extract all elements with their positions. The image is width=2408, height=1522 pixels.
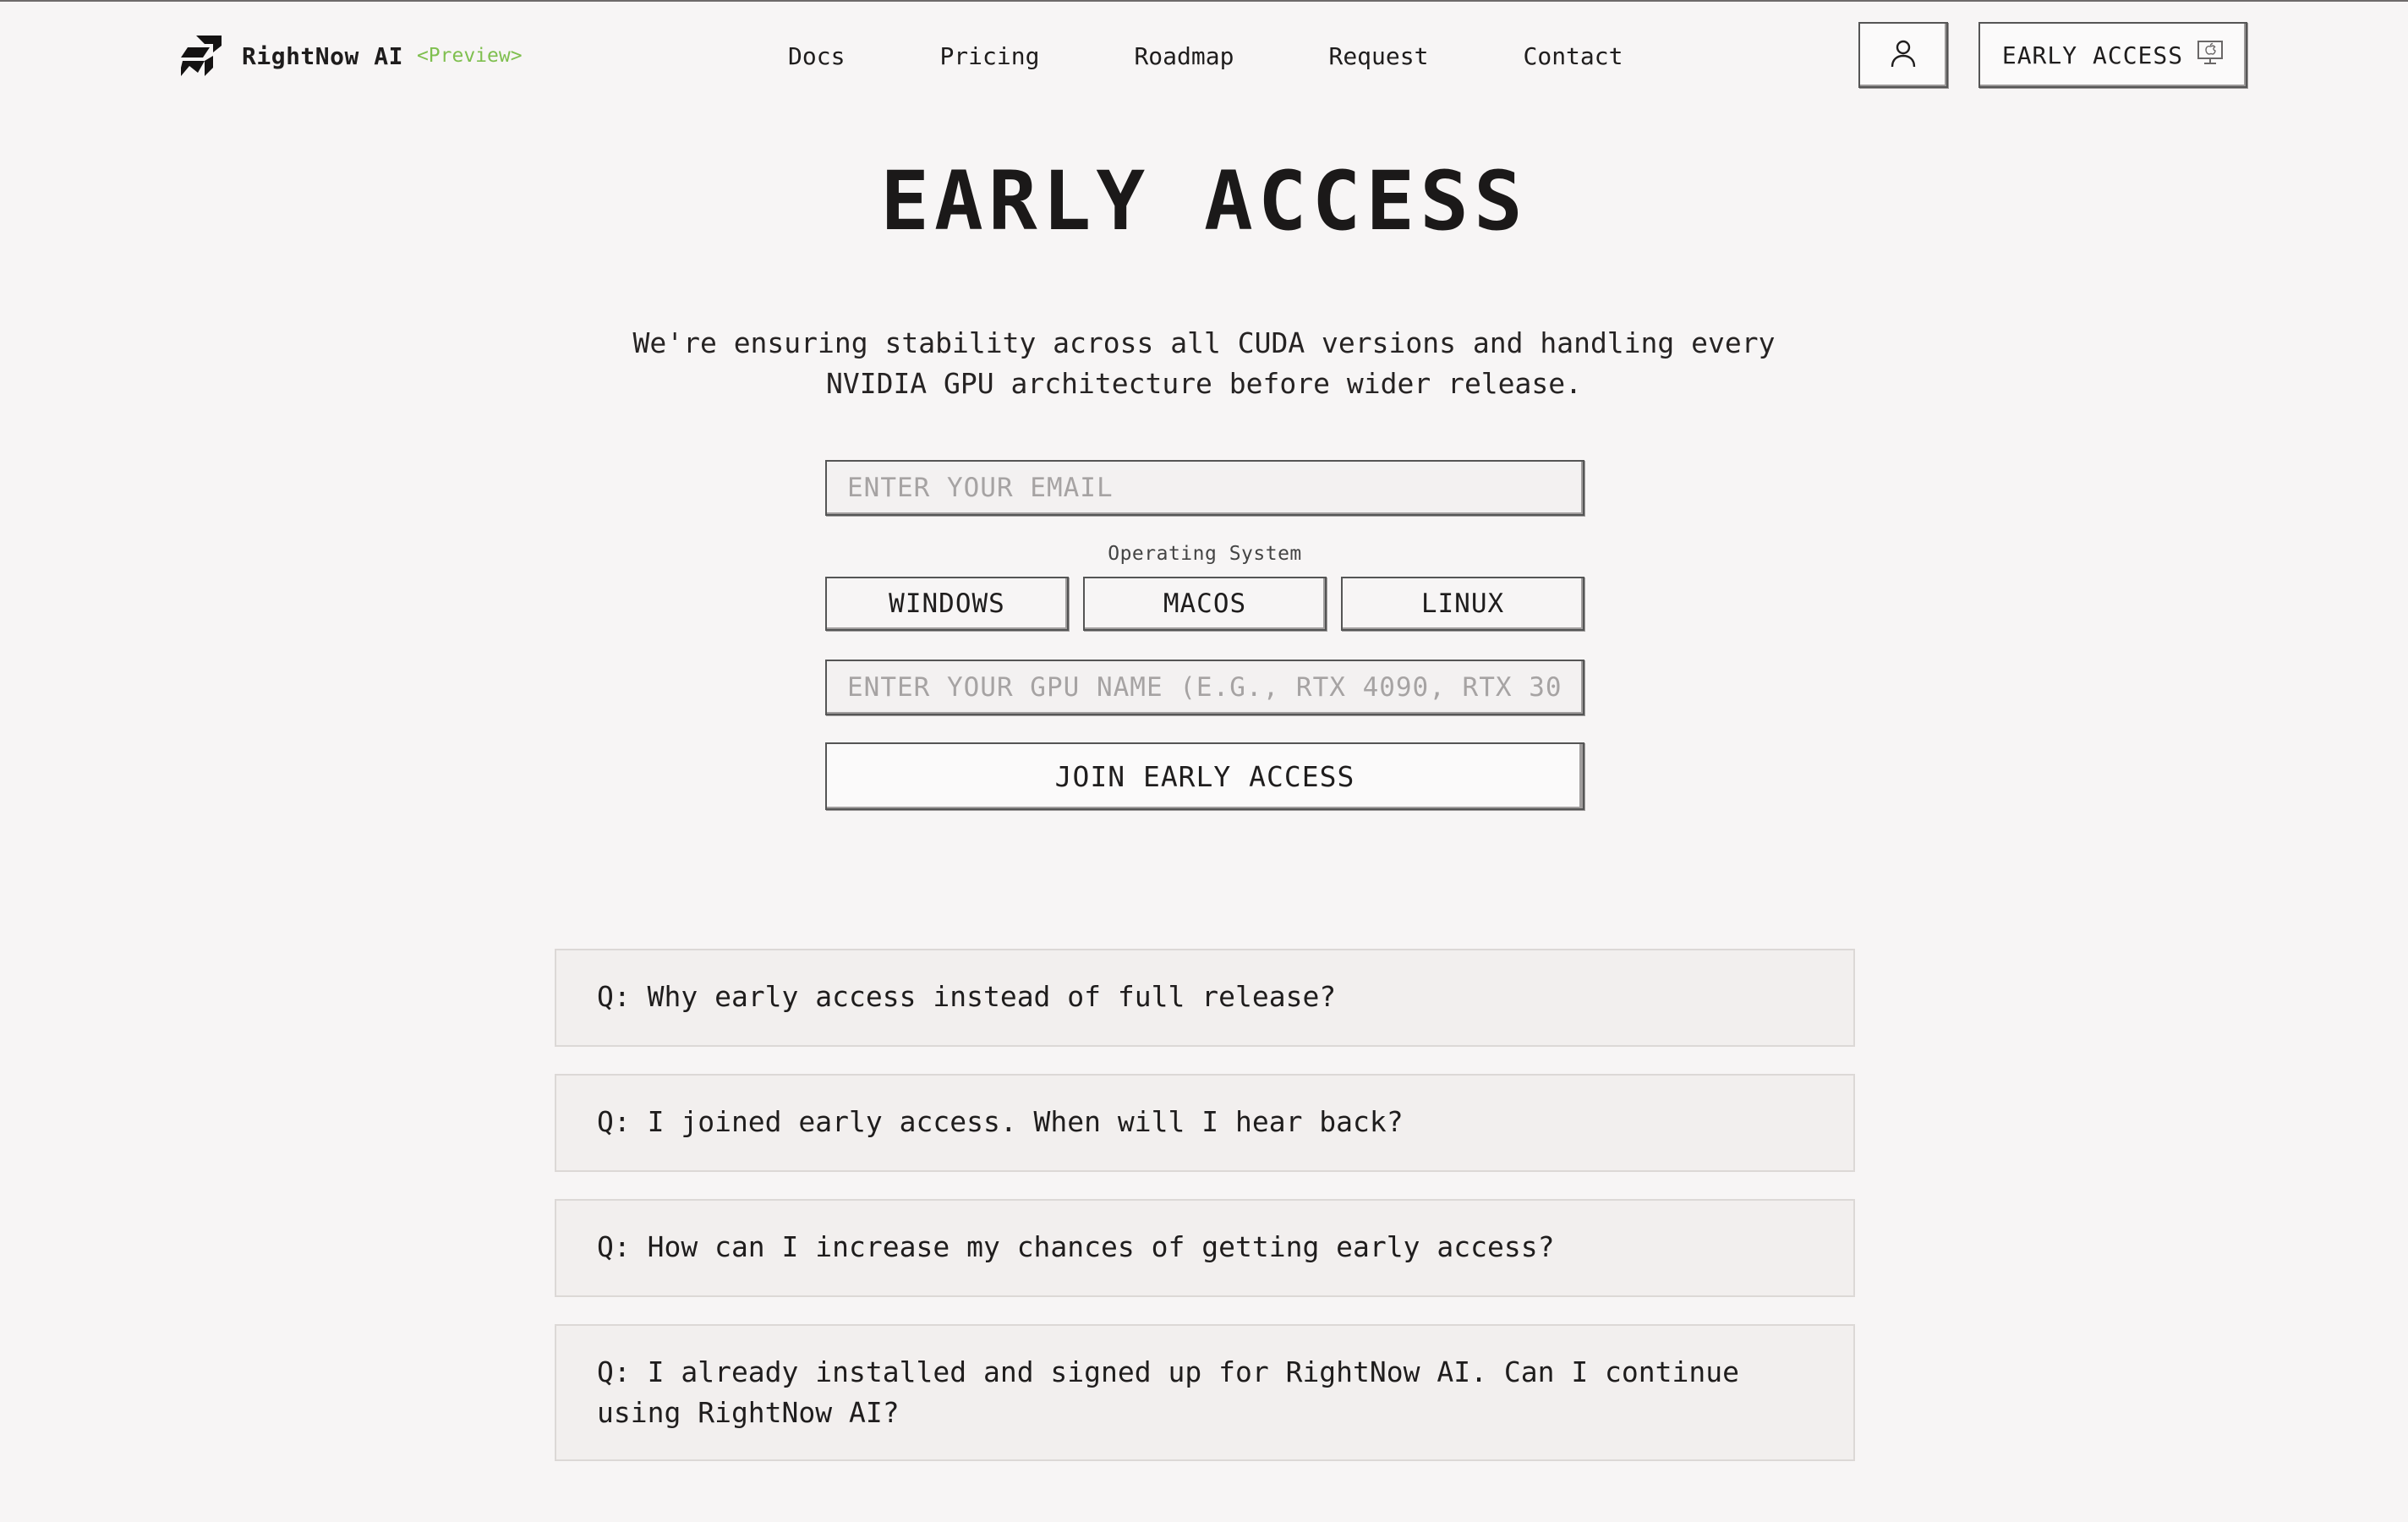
email-input[interactable] [825,460,1584,516]
os-option-macos[interactable]: MACOS [1083,577,1327,631]
nav-docs[interactable]: Docs [788,42,845,70]
site-header: RightNow AI <Preview> Docs Pricing Roadm… [0,2,2408,110]
join-early-access-button[interactable]: JOIN EARLY ACCESS [825,742,1584,810]
account-button[interactable] [1858,22,1948,88]
main-nav: Docs Pricing Roadmap Request Contact [788,32,1623,79]
os-label: Operating System [1108,543,1302,565]
faq-list: Q: Why early access instead of full rele… [555,949,1855,1461]
nav-contact[interactable]: Contact [1523,42,1623,70]
os-option-linux[interactable]: LINUX [1341,577,1584,631]
monitor-apple-icon [2197,40,2224,71]
brand-name: RightNow AI [242,41,403,70]
brand[interactable]: RightNow AI <Preview> [179,32,523,79]
faq-item[interactable]: Q: I already installed and signed up for… [555,1324,1855,1461]
page-title: EARLY ACCESS [880,154,1528,249]
nav-pricing[interactable]: Pricing [939,42,1039,70]
faq-item[interactable]: Q: Why early access instead of full rele… [555,949,1855,1047]
page-description: We're ensuring stability across all CUDA… [632,326,1776,400]
os-selector: WINDOWS MACOS LINUX [825,577,1584,631]
preview-tag: <Preview> [416,45,523,67]
nav-request[interactable]: Request [1328,42,1428,70]
rightnow-logo-icon [179,34,223,78]
early-access-form: Operating System WINDOWS MACOS LINUX JOI… [825,460,1584,810]
os-option-windows[interactable]: WINDOWS [825,577,1069,631]
early-access-header-label: EARLY ACCESS [2001,41,2184,69]
faq-item[interactable]: Q: How can I increase my chances of gett… [555,1199,1855,1297]
user-icon [1890,39,1917,71]
early-access-header-button[interactable]: EARLY ACCESS [1978,22,2247,88]
faq-item[interactable]: Q: I joined early access. When will I he… [555,1074,1855,1172]
nav-roadmap[interactable]: Roadmap [1134,42,1234,70]
gpu-name-input[interactable] [825,660,1584,715]
